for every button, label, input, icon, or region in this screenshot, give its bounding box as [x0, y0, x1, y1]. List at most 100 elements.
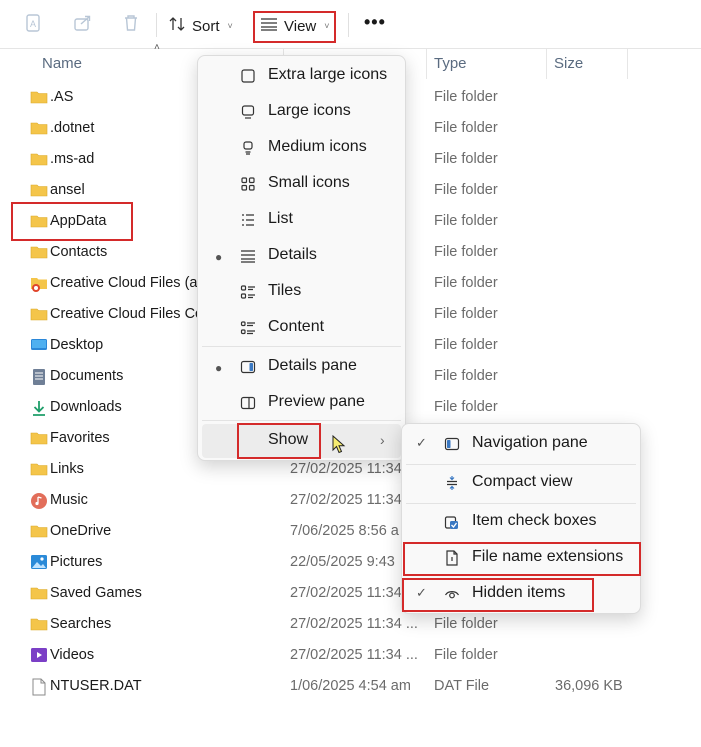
folder-icon	[30, 182, 48, 198]
menu-item-list[interactable]: List	[198, 203, 405, 237]
sort-ascending-icon: ˄	[154, 42, 160, 53]
menu-item-item-check-boxes[interactable]: Item check boxes	[402, 505, 640, 539]
selected-bullet-icon: ●	[215, 361, 223, 375]
tiles-icon	[240, 284, 256, 300]
folder-icon	[30, 244, 48, 260]
details-icon	[240, 248, 256, 264]
view-label: View	[284, 17, 317, 35]
command-bar: A Sort ˅ View ˅ •••	[0, 0, 701, 49]
mouse-cursor-icon	[332, 434, 346, 460]
list-item[interactable]: NTUSER.DAT 1/06/2025 4:54 am DAT File 36,09…	[0, 672, 701, 703]
file-size: 36,096 KB	[555, 678, 623, 694]
column-header-type[interactable]: Type	[434, 55, 467, 72]
date-modified: 27/02/2025 11:34 ...	[290, 616, 418, 632]
preview-pane-icon	[240, 395, 256, 411]
view-menu: Extra large icons Large icons Medium icons…	[197, 55, 406, 461]
list-item[interactable]: Videos 27/02/2025 11:34 ... File folder	[0, 641, 701, 672]
pictures-icon	[30, 554, 48, 570]
file-type: File folder	[434, 368, 498, 384]
list-icon	[240, 212, 256, 228]
file-type: File folder	[434, 337, 498, 353]
menu-item-label: Navigation pane	[472, 434, 588, 451]
file-name: .ms-ad	[50, 151, 95, 167]
menu-item-details[interactable]: ● Details	[198, 239, 405, 273]
menu-item-medium-icons[interactable]: Medium icons	[198, 131, 405, 165]
file-type: File folder	[434, 647, 498, 663]
menu-item-details-pane[interactable]: ● Details pane	[198, 350, 405, 384]
delete-icon[interactable]	[121, 13, 143, 35]
file-name: NTUSER.DAT	[50, 678, 142, 694]
hidden-items-highlight	[402, 578, 594, 612]
appdata-highlight	[11, 202, 133, 241]
file-name: Searches	[50, 616, 112, 632]
date-modified: 22/05/2025 9:43	[290, 554, 395, 570]
column-divider[interactable]	[546, 49, 547, 79]
file-type: File folder	[434, 244, 498, 260]
share-icon[interactable]	[73, 13, 95, 35]
file-name: Downloads	[50, 399, 122, 415]
documents-icon	[30, 368, 48, 385]
column-divider[interactable]	[627, 49, 628, 79]
creative-cloud-folder-icon	[30, 275, 48, 292]
folder-icon	[30, 585, 48, 601]
folder-icon	[30, 306, 48, 322]
sort-icon	[168, 16, 186, 36]
menu-item-navigation-pane[interactable]: ✓ Navigation pane	[402, 427, 640, 461]
date-modified: 27/02/2025 11:34	[290, 461, 402, 477]
more-options-button[interactable]: •••	[364, 12, 386, 33]
column-divider[interactable]	[426, 49, 427, 79]
list-item[interactable]: Searches 27/02/2025 11:34 ... File folder	[0, 610, 701, 641]
menu-item-preview-pane[interactable]: Preview pane	[198, 386, 405, 420]
svg-text:A: A	[30, 19, 36, 29]
column-header-name[interactable]: Name	[42, 55, 82, 72]
chevron-right-icon: ›	[380, 432, 385, 448]
date-modified: 27/02/2025 11:34 ...	[290, 647, 418, 663]
menu-item-label: Large icons	[268, 102, 351, 119]
menu-separator	[202, 420, 401, 421]
file-type: File folder	[434, 120, 498, 136]
menu-item-small-icons[interactable]: Small icons	[198, 167, 405, 201]
small-icons-icon	[240, 176, 256, 192]
file-type: File folder	[434, 275, 498, 291]
menu-item-tiles[interactable]: Tiles	[198, 275, 405, 309]
menu-item-compact-view[interactable]: Compact view	[402, 466, 640, 500]
menu-item-content[interactable]: Content	[198, 311, 405, 345]
extra-large-icons-icon	[240, 68, 256, 84]
file-name: Music	[50, 492, 88, 508]
menu-item-label: Compact view	[472, 473, 573, 490]
folder-icon	[30, 430, 48, 446]
file-name: ansel	[50, 182, 85, 198]
file-name: OneDrive	[50, 523, 112, 539]
file-name: Contacts	[50, 244, 108, 260]
menu-item-large-icons[interactable]: Large icons	[198, 95, 405, 129]
column-header-size[interactable]: Size	[554, 55, 583, 72]
show-item-highlight	[237, 423, 321, 459]
menu-item-label: Tiles	[268, 282, 302, 299]
file-name: Links	[50, 461, 84, 477]
navigation-pane-icon	[444, 436, 460, 452]
menu-separator	[406, 503, 636, 504]
menu-item-label: Medium icons	[268, 138, 367, 155]
toolbar-divider	[348, 13, 349, 37]
menu-item-extra-large-icons[interactable]: Extra large icons	[198, 59, 405, 93]
rename-icon[interactable]: A	[24, 13, 46, 35]
large-icons-icon	[240, 104, 256, 120]
date-modified: 27/02/2025 11:34	[290, 492, 402, 508]
file-type: File folder	[434, 399, 498, 415]
folder-icon	[30, 151, 48, 167]
folder-icon	[30, 120, 48, 136]
sort-button[interactable]: Sort ˅	[168, 13, 233, 39]
view-button[interactable]: View ˅	[260, 13, 330, 39]
menu-separator	[406, 464, 636, 465]
file-icon	[30, 678, 48, 696]
file-type: File folder	[434, 182, 498, 198]
folder-icon	[30, 616, 48, 632]
file-name: .dotnet	[50, 120, 95, 136]
file-type: File folder	[434, 306, 498, 322]
videos-icon	[30, 647, 48, 663]
menu-item-label: List	[268, 210, 293, 227]
menu-item-label: Small icons	[268, 174, 350, 191]
folder-icon	[30, 461, 48, 477]
file-type: File folder	[434, 151, 498, 167]
folder-icon	[30, 89, 48, 105]
